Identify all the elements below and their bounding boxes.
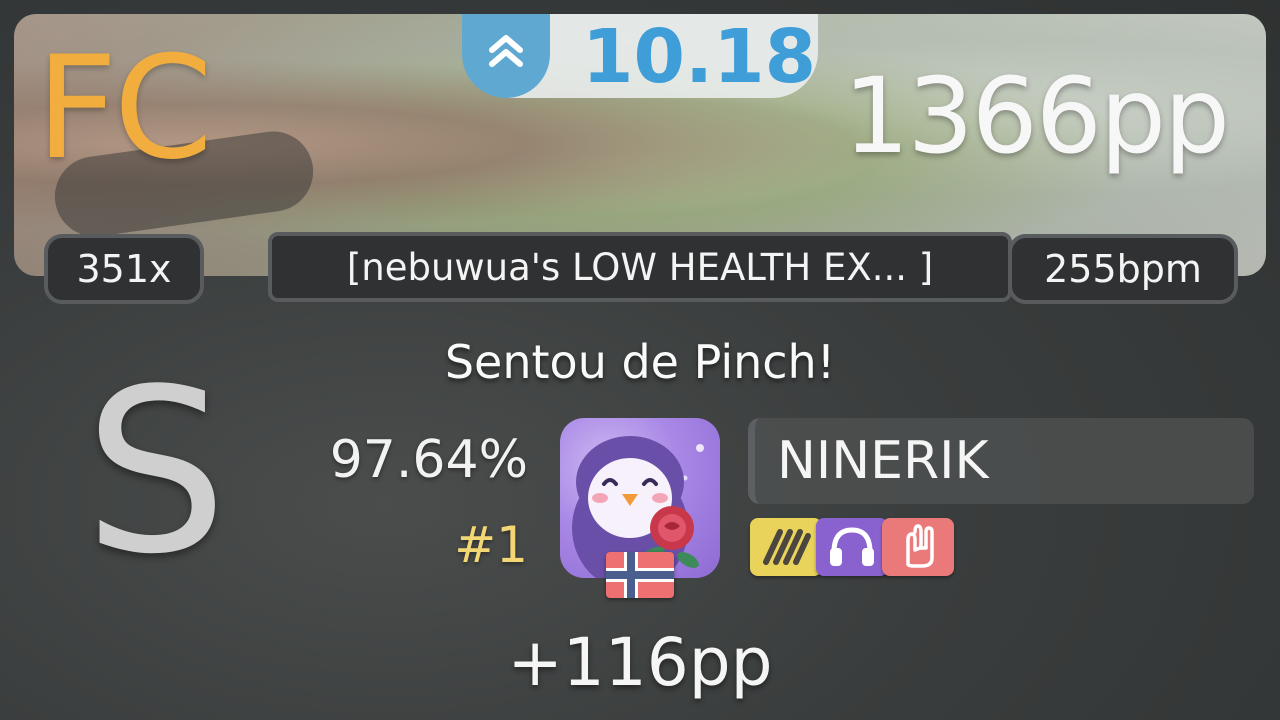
combo-badge: 351x bbox=[44, 234, 204, 304]
leaderboard-placement: #1 bbox=[454, 516, 528, 574]
mods-list bbox=[750, 518, 954, 578]
bpm-badge: 255bpm bbox=[1008, 234, 1238, 304]
rank-grade: S bbox=[84, 341, 228, 604]
pp-gain: +116pp bbox=[507, 624, 773, 701]
difficulty-name: [nebuwua's LOW HEALTH EX... ] bbox=[268, 232, 1012, 302]
headphones-icon bbox=[816, 518, 888, 576]
norway-flag-icon bbox=[606, 552, 674, 598]
player-name-label: NINERIK bbox=[777, 431, 989, 491]
player-name: NINERIK bbox=[748, 418, 1254, 504]
total-pp: 1366pp bbox=[843, 55, 1230, 177]
double-chevron-up-icon bbox=[462, 14, 550, 98]
star-rating-tab: 10.18 bbox=[462, 14, 818, 98]
accuracy: 97.64% bbox=[329, 430, 528, 490]
star-rating-value: 10.18 bbox=[582, 14, 817, 100]
rock-hand-icon bbox=[882, 518, 954, 576]
hard-rock-icon bbox=[750, 518, 822, 576]
full-combo-label: FC bbox=[36, 26, 213, 191]
